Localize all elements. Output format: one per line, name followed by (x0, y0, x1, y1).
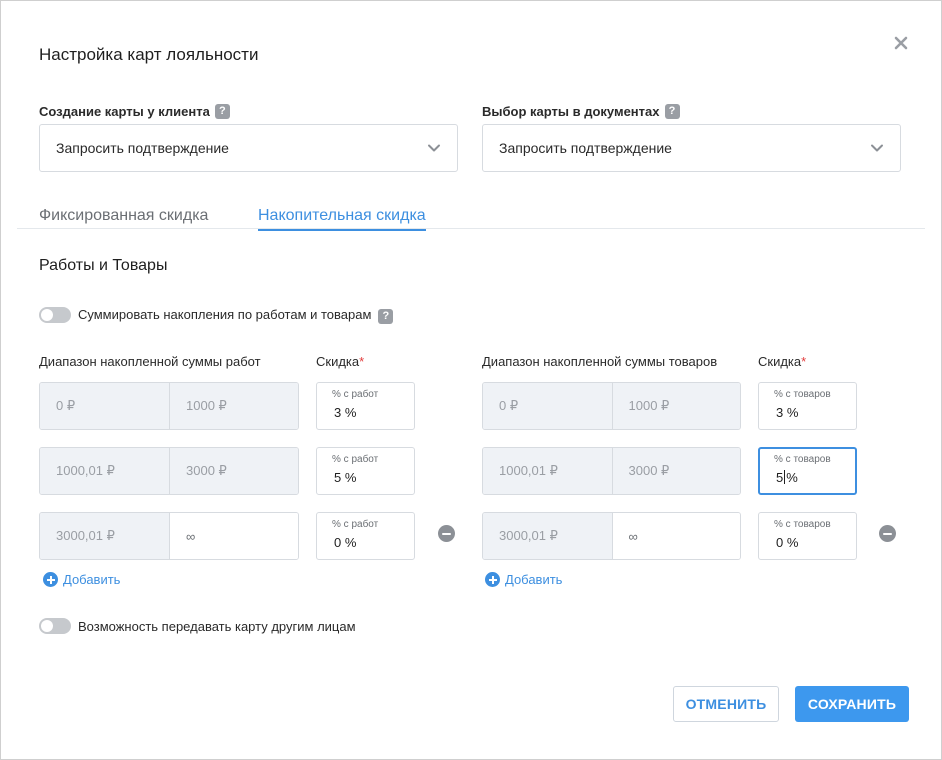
goods-range-to: 3000 ₽ (612, 448, 740, 494)
percent-unit: % (786, 470, 798, 485)
goods-range-header: Диапазон накопленной суммы товаров (482, 354, 718, 369)
works-add-button[interactable]: Добавить (43, 572, 120, 587)
works-discount-input[interactable]: % с работ 5 % (316, 447, 415, 495)
plus-icon (43, 572, 58, 587)
works-discount-placeholder: % с работ (332, 454, 379, 465)
goods-discount-value: 0 % (774, 535, 856, 550)
goods-range-row: 1000,01 ₽ 3000 ₽ (482, 447, 741, 495)
goods-add-button[interactable]: Добавить (485, 572, 562, 587)
goods-range-row: 0 ₽ 1000 ₽ (482, 382, 741, 430)
loyalty-settings-dialog: Настройка карт лояльности Создание карты… (0, 0, 942, 760)
card-selection-select[interactable]: Запросить подтверждение (482, 124, 901, 172)
goods-discount-placeholder: % с товаров (774, 454, 831, 465)
goods-add-label: Добавить (505, 572, 563, 587)
goods-discount-header: Скидка* (758, 354, 806, 369)
works-range-from: 0 ₽ (40, 383, 170, 429)
goods-range-from: 0 ₽ (483, 383, 613, 429)
percent-unit: % (786, 405, 799, 420)
works-add-label: Добавить (63, 572, 121, 587)
transfer-card-toggle[interactable] (39, 618, 71, 634)
card-creation-select[interactable]: Запросить подтверждение (39, 124, 458, 172)
goods-discount-value: 5% (774, 470, 855, 485)
works-range-row: 1000,01 ₽ 3000 ₽ (39, 447, 299, 495)
goods-discount-placeholder: % с товаров (774, 519, 831, 530)
works-range-row: 3000,01 ₽ ∞ (39, 512, 299, 560)
help-icon[interactable]: ? (378, 309, 394, 324)
help-icon[interactable]: ? (664, 104, 680, 119)
goods-discount-value: 3 % (774, 405, 856, 420)
chevron-down-icon (871, 144, 883, 152)
plus-icon (485, 572, 500, 587)
works-discount-value: 3 % (332, 405, 414, 420)
remove-row-icon[interactable] (879, 525, 896, 542)
sum-accumulation-label: Суммировать накопления по работам и това… (78, 307, 372, 322)
works-discount-value: 5 % (332, 470, 414, 485)
goods-range-row: 3000,01 ₽ ∞ (482, 512, 741, 560)
goods-discount-input-focused[interactable]: % с товаров 5% (758, 447, 857, 495)
works-discount-value: 0 % (332, 535, 414, 550)
goods-discount-number: 0 (776, 535, 784, 550)
sum-accumulation-toggle[interactable] (39, 306, 71, 323)
works-discount-header-text: Скидка (316, 354, 360, 369)
goods-discount-placeholder: % с товаров (774, 389, 831, 400)
transfer-card-label: Возможность передавать карту другим лица… (78, 618, 356, 634)
goods-discount-input[interactable]: % с товаров 0 % (758, 512, 857, 560)
required-mark: * (801, 354, 807, 369)
chevron-down-icon (428, 144, 440, 152)
card-selection-label-text: Выбор карты в документах (482, 104, 660, 119)
transfer-card-row: Возможность передавать карту другим лица… (39, 618, 356, 634)
goods-discount-number: 3 (776, 405, 784, 420)
works-discount-number: 5 (334, 470, 342, 485)
goods-range-from: 1000,01 ₽ (483, 448, 613, 494)
card-selection-label: Выбор карты в документах ? (482, 104, 680, 119)
works-range-to: 1000 ₽ (170, 383, 298, 429)
percent-unit: % (344, 405, 357, 420)
card-creation-label-text: Создание карты у клиента (39, 104, 210, 119)
works-range-to-input[interactable]: ∞ (170, 513, 298, 559)
sum-accumulation-row: Суммировать накопления по работам и това… (39, 305, 394, 324)
works-discount-number: 0 (334, 535, 342, 550)
works-discount-header: Скидка* (316, 354, 364, 369)
cancel-button[interactable]: ОТМЕНИТЬ (673, 686, 779, 722)
works-range-from: 3000,01 ₽ (40, 513, 170, 559)
works-range-row: 0 ₽ 1000 ₽ (39, 382, 299, 430)
card-creation-value: Запросить подтверждение (56, 140, 229, 156)
works-range-to: 3000 ₽ (170, 448, 298, 494)
tab-fixed-discount[interactable]: Фиксированная скидка (39, 207, 208, 229)
goods-discount-header-text: Скидка (758, 354, 802, 369)
goods-range-from: 3000,01 ₽ (483, 513, 613, 559)
percent-unit: % (786, 535, 799, 550)
tabs-divider (17, 228, 925, 229)
percent-unit: % (344, 535, 357, 550)
works-range-from: 1000,01 ₽ (40, 448, 170, 494)
help-icon[interactable]: ? (214, 104, 230, 119)
works-discount-placeholder: % с работ (332, 519, 379, 530)
card-selection-value: Запросить подтверждение (499, 140, 672, 156)
required-mark: * (359, 354, 365, 369)
close-icon[interactable] (891, 33, 911, 53)
goods-range-to-input[interactable]: ∞ (612, 513, 740, 559)
works-discount-placeholder: % с работ (332, 389, 379, 400)
works-discount-input[interactable]: % с работ 3 % (316, 382, 415, 430)
works-range-header: Диапазон накопленной суммы работ (39, 354, 261, 369)
remove-row-icon[interactable] (438, 525, 455, 542)
dialog-title: Настройка карт лояльности (39, 45, 259, 64)
goods-range-to: 1000 ₽ (612, 383, 740, 429)
works-discount-number: 3 (334, 405, 342, 420)
section-title: Работы и Товары (39, 257, 168, 274)
percent-unit: % (344, 470, 357, 485)
goods-discount-number: 5 (776, 470, 784, 485)
save-button[interactable]: СОХРАНИТЬ (795, 686, 909, 722)
goods-discount-input[interactable]: % с товаров 3 % (758, 382, 857, 430)
card-creation-label: Создание карты у клиента ? (39, 104, 230, 119)
works-discount-input[interactable]: % с работ 0 % (316, 512, 415, 560)
